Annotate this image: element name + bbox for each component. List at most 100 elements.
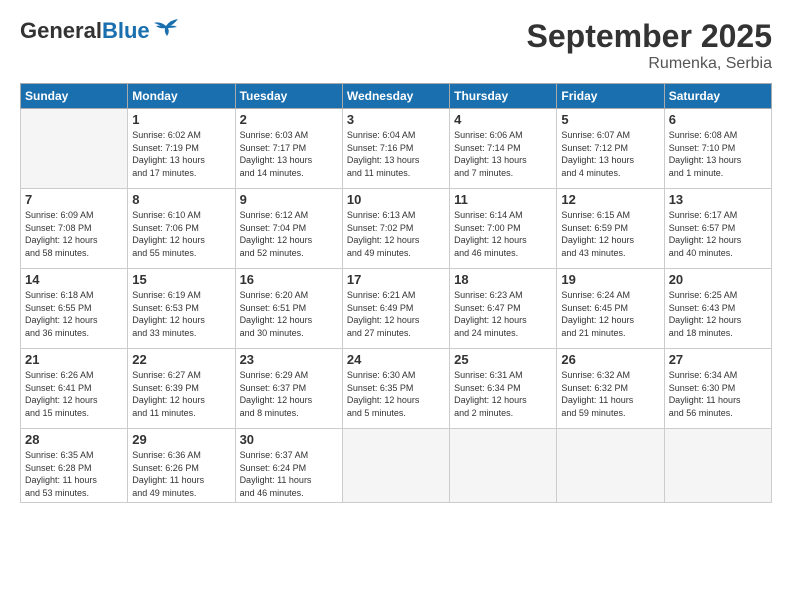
table-row: [450, 429, 557, 503]
day-info: Sunrise: 6:14 AM Sunset: 7:00 PM Dayligh…: [454, 209, 552, 259]
day-number: 16: [240, 272, 338, 287]
table-row: 19 Sunrise: 6:24 AM Sunset: 6:45 PM Dayli…: [557, 269, 664, 349]
table-row: 22 Sunrise: 6:27 AM Sunset: 6:39 PM Dayli…: [128, 349, 235, 429]
col-monday: Monday: [128, 84, 235, 109]
table-row: 13Sunrise: 6:17 AM Sunset: 6:57 PM Dayli…: [664, 189, 771, 269]
day-info: Sunrise: 6:23 AM Sunset: 6:47 PM Dayligh…: [454, 289, 552, 339]
table-row: 23 Sunrise: 6:29 AM Sunset: 6:37 PM Dayli…: [235, 349, 342, 429]
logo-blue: Blue: [102, 18, 150, 43]
day-number: 6: [669, 112, 767, 127]
day-number: 18: [454, 272, 552, 287]
col-thursday: Thursday: [450, 84, 557, 109]
day-info: Sunrise: 6:32 AM Sunset: 6:32 PM Dayligh…: [561, 369, 659, 419]
day-number: 15: [132, 272, 230, 287]
table-row: 15 Sunrise: 6:19 AM Sunset: 6:53 PM Dayli…: [128, 269, 235, 349]
day-number: 7: [25, 192, 123, 207]
day-info: Sunrise: 6:12 AM Sunset: 7:04 PM Dayligh…: [240, 209, 338, 259]
location-subtitle: Rumenka, Serbia: [527, 55, 772, 73]
table-row: [664, 429, 771, 503]
day-number: 19: [561, 272, 659, 287]
table-row: 26 Sunrise: 6:32 AM Sunset: 6:32 PM Dayli…: [557, 349, 664, 429]
col-sunday: Sunday: [21, 84, 128, 109]
day-info: Sunrise: 6:07 AM Sunset: 7:12 PM Dayligh…: [561, 129, 659, 179]
table-row: 18 Sunrise: 6:23 AM Sunset: 6:47 PM Dayli…: [450, 269, 557, 349]
day-number: 23: [240, 352, 338, 367]
day-number: 29: [132, 432, 230, 447]
table-row: 25Sunrise: 6:31 AM Sunset: 6:34 PM Dayli…: [450, 349, 557, 429]
table-row: 17 Sunrise: 6:21 AM Sunset: 6:49 PM Dayli…: [342, 269, 449, 349]
day-number: 2: [240, 112, 338, 127]
col-tuesday: Tuesday: [235, 84, 342, 109]
day-number: 13: [669, 192, 767, 207]
day-info: Sunrise: 6:27 AM Sunset: 6:39 PM Dayligh…: [132, 369, 230, 419]
day-number: 9: [240, 192, 338, 207]
day-info: Sunrise: 6:21 AM Sunset: 6:49 PM Dayligh…: [347, 289, 445, 339]
day-info: Sunrise: 6:31 AM Sunset: 6:34 PM Dayligh…: [454, 369, 552, 419]
calendar-header-row: Sunday Monday Tuesday Wednesday Thursday…: [21, 84, 772, 109]
table-row: 7 Sunrise: 6:09 AM Sunset: 7:08 PM Daylig…: [21, 189, 128, 269]
day-info: Sunrise: 6:03 AM Sunset: 7:17 PM Dayligh…: [240, 129, 338, 179]
day-info: Sunrise: 6:34 AM Sunset: 6:30 PM Dayligh…: [669, 369, 767, 419]
table-row: [21, 109, 128, 189]
day-number: 12: [561, 192, 659, 207]
day-number: 10: [347, 192, 445, 207]
day-number: 21: [25, 352, 123, 367]
table-row: 21 Sunrise: 6:26 AM Sunset: 6:41 PM Dayli…: [21, 349, 128, 429]
col-saturday: Saturday: [664, 84, 771, 109]
table-row: 1 Sunrise: 6:02 AM Sunset: 7:19 PM Daylig…: [128, 109, 235, 189]
day-number: 26: [561, 352, 659, 367]
table-row: 28 Sunrise: 6:35 AM Sunset: 6:28 PM Dayli…: [21, 429, 128, 503]
table-row: 11 Sunrise: 6:14 AM Sunset: 7:00 PM Dayli…: [450, 189, 557, 269]
table-row: 20Sunrise: 6:25 AM Sunset: 6:43 PM Dayli…: [664, 269, 771, 349]
month-year-title: September 2025: [527, 18, 772, 55]
col-friday: Friday: [557, 84, 664, 109]
table-row: 9 Sunrise: 6:12 AM Sunset: 7:04 PM Daylig…: [235, 189, 342, 269]
day-info: Sunrise: 6:02 AM Sunset: 7:19 PM Dayligh…: [132, 129, 230, 179]
day-number: 27: [669, 352, 767, 367]
table-row: 24Sunrise: 6:30 AM Sunset: 6:35 PM Dayli…: [342, 349, 449, 429]
day-info: Sunrise: 6:09 AM Sunset: 7:08 PM Dayligh…: [25, 209, 123, 259]
day-info: Sunrise: 6:13 AM Sunset: 7:02 PM Dayligh…: [347, 209, 445, 259]
day-info: Sunrise: 6:18 AM Sunset: 6:55 PM Dayligh…: [25, 289, 123, 339]
day-info: Sunrise: 6:29 AM Sunset: 6:37 PM Dayligh…: [240, 369, 338, 419]
day-number: 24: [347, 352, 445, 367]
day-info: Sunrise: 6:37 AM Sunset: 6:24 PM Dayligh…: [240, 449, 338, 499]
day-info: Sunrise: 6:08 AM Sunset: 7:10 PM Dayligh…: [669, 129, 767, 179]
table-row: 5 Sunrise: 6:07 AM Sunset: 7:12 PM Daylig…: [557, 109, 664, 189]
day-info: Sunrise: 6:10 AM Sunset: 7:06 PM Dayligh…: [132, 209, 230, 259]
day-number: 11: [454, 192, 552, 207]
day-info: Sunrise: 6:36 AM Sunset: 6:26 PM Dayligh…: [132, 449, 230, 499]
logo-bird-icon: [152, 18, 180, 38]
table-row: 12 Sunrise: 6:15 AM Sunset: 6:59 PM Dayli…: [557, 189, 664, 269]
table-row: [342, 429, 449, 503]
day-number: 17: [347, 272, 445, 287]
table-row: 30 Sunrise: 6:37 AM Sunset: 6:24 PM Dayli…: [235, 429, 342, 503]
day-info: Sunrise: 6:15 AM Sunset: 6:59 PM Dayligh…: [561, 209, 659, 259]
day-number: 4: [454, 112, 552, 127]
day-number: 14: [25, 272, 123, 287]
day-number: 1: [132, 112, 230, 127]
table-row: 16Sunrise: 6:20 AM Sunset: 6:51 PM Dayli…: [235, 269, 342, 349]
table-row: 27 Sunrise: 6:34 AM Sunset: 6:30 PM Dayli…: [664, 349, 771, 429]
table-row: 14 Sunrise: 6:18 AM Sunset: 6:55 PM Dayli…: [21, 269, 128, 349]
day-info: Sunrise: 6:25 AM Sunset: 6:43 PM Dayligh…: [669, 289, 767, 339]
calendar-table: Sunday Monday Tuesday Wednesday Thursday…: [20, 83, 772, 503]
logo: GeneralBlue: [20, 18, 180, 42]
day-info: Sunrise: 6:24 AM Sunset: 6:45 PM Dayligh…: [561, 289, 659, 339]
day-info: Sunrise: 6:35 AM Sunset: 6:28 PM Dayligh…: [25, 449, 123, 499]
day-number: 28: [25, 432, 123, 447]
table-row: 4 Sunrise: 6:06 AM Sunset: 7:14 PM Daylig…: [450, 109, 557, 189]
table-row: 3Sunrise: 6:04 AM Sunset: 7:16 PM Daylig…: [342, 109, 449, 189]
logo-general: General: [20, 18, 102, 43]
day-number: 3: [347, 112, 445, 127]
day-info: Sunrise: 6:26 AM Sunset: 6:41 PM Dayligh…: [25, 369, 123, 419]
day-info: Sunrise: 6:06 AM Sunset: 7:14 PM Dayligh…: [454, 129, 552, 179]
table-row: 8Sunrise: 6:10 AM Sunset: 7:06 PM Daylig…: [128, 189, 235, 269]
table-row: 29 Sunrise: 6:36 AM Sunset: 6:26 PM Dayli…: [128, 429, 235, 503]
day-number: 5: [561, 112, 659, 127]
table-row: 6 Sunrise: 6:08 AM Sunset: 7:10 PM Daylig…: [664, 109, 771, 189]
day-info: Sunrise: 6:19 AM Sunset: 6:53 PM Dayligh…: [132, 289, 230, 339]
day-number: 30: [240, 432, 338, 447]
col-wednesday: Wednesday: [342, 84, 449, 109]
day-number: 22: [132, 352, 230, 367]
